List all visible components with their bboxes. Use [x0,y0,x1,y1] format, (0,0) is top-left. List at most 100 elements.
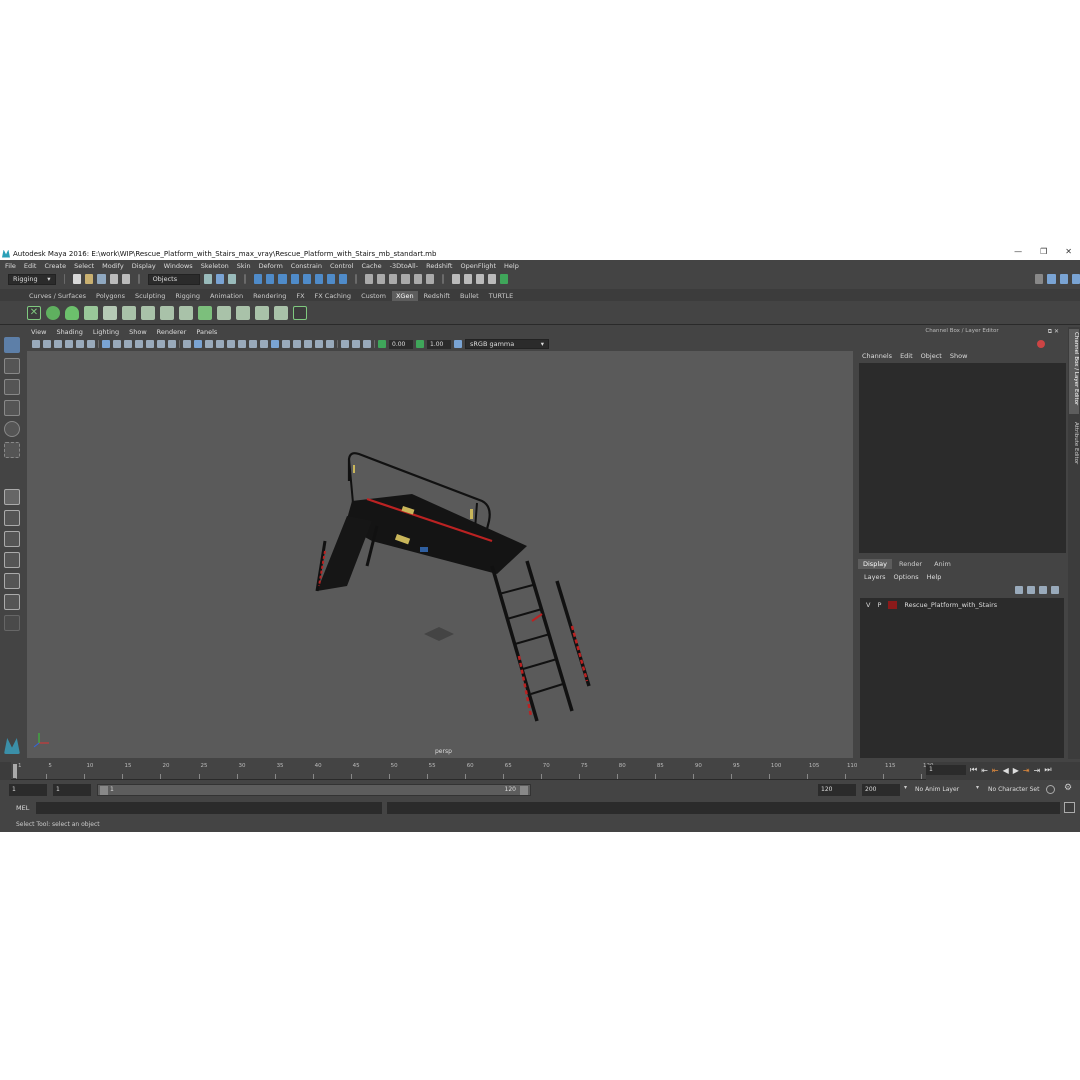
go-to-start-icon[interactable]: ⏮ [970,765,977,775]
lock-icon[interactable] [364,274,374,284]
anim-layer-label[interactable]: No Anim Layer [915,786,959,793]
layer-menu-help[interactable]: Help [927,573,942,581]
range-start-handle[interactable] [100,786,108,795]
hypershade-icon[interactable] [487,274,497,284]
select-render-icon[interactable] [327,274,336,284]
color-management-icon[interactable] [454,340,462,348]
multisample-icon[interactable] [315,340,323,348]
single-perspective-layout-icon[interactable] [4,489,20,505]
tab-render[interactable]: Render [893,559,928,569]
colorspace-dropdown[interactable]: sRGB gamma ▾ [465,339,549,349]
menu-skin[interactable]: Skin [237,262,251,270]
tab-bullet[interactable]: Bullet [456,291,483,301]
menu-create[interactable]: Create [44,262,66,270]
xgen-interactive-groom-icon[interactable] [65,306,79,320]
new-scene-icon[interactable] [73,274,82,284]
grid-icon[interactable] [102,340,110,348]
redo-icon[interactable] [121,274,130,284]
xgen-lock-guide-icon[interactable] [160,306,174,320]
use-all-lights-icon[interactable] [238,340,246,348]
textured-icon[interactable] [227,340,235,348]
paint-select-icon[interactable] [4,379,20,395]
xgen-sculpt-guide-icon[interactable] [122,306,136,320]
select-joint-icon[interactable] [266,274,275,284]
cb-menu-show[interactable]: Show [950,352,968,360]
field-chart-icon[interactable] [146,340,154,348]
cb-menu-edit[interactable]: Edit [900,352,913,360]
animation-preferences-icon[interactable]: ⚙ [1064,783,1072,793]
wireframe-icon[interactable] [183,340,191,348]
tab-polygons[interactable]: Polygons [92,291,129,301]
tab-fx-caching[interactable]: FX Caching [311,291,356,301]
hud-icon[interactable] [341,340,349,348]
xgen-guides-icon[interactable] [84,306,98,320]
channel-box-toggle-icon[interactable] [1037,340,1045,348]
smooth-shade-icon[interactable] [194,340,202,348]
xgen-create-description-icon[interactable] [46,306,60,320]
anim-end-field[interactable]: 120 [818,784,856,796]
menu-deform[interactable]: Deform [259,262,283,270]
save-scene-icon[interactable] [97,274,106,284]
open-scene-icon[interactable] [85,274,94,284]
menuset-dropdown[interactable]: Rigging ▾ [8,273,56,285]
ipr-render-icon[interactable] [463,274,472,284]
two-view-layout-icon[interactable] [4,531,20,547]
xgen-strands-icon[interactable] [255,306,269,320]
cb-menu-object[interactable]: Object [921,352,942,360]
vp-menu-renderer[interactable]: Renderer [157,328,187,336]
tab-rendering[interactable]: Rendering [249,291,290,301]
rotate-tool-icon[interactable] [4,421,20,437]
select-hierarchy-icon[interactable] [203,274,213,284]
snap-plane-icon[interactable] [413,274,422,284]
scene-start-field[interactable]: 1 [9,784,47,796]
snap-curve-icon[interactable] [389,274,398,284]
exposure-field[interactable]: 0.00 [389,339,413,349]
xgen-cut-icon[interactable] [274,306,288,320]
tab-anim[interactable]: Anim [929,559,956,569]
auto-key-icon[interactable] [1046,785,1055,794]
tab-redshift[interactable]: Redshift [420,291,454,301]
step-forward-frame-icon[interactable]: ⇥ [1023,766,1030,775]
safe-action-icon[interactable] [157,340,165,348]
menu-control[interactable]: Control [330,262,354,270]
modeling-toolkit-icon[interactable] [1047,274,1056,284]
maya-home-icon[interactable] [4,738,20,754]
chevron-down-icon[interactable]: ▾ [904,784,907,791]
vp-menu-view[interactable]: View [31,328,46,336]
select-tool-icon[interactable] [4,337,20,353]
current-time-marker[interactable] [13,764,17,778]
perspective-viewport[interactable]: persp [27,351,853,758]
xray-icon[interactable] [271,340,279,348]
select-curve-icon[interactable] [278,274,287,284]
range-end-handle[interactable] [520,786,528,795]
scale-tool-icon[interactable] [4,442,20,458]
resolution-gate-icon[interactable] [124,340,132,348]
select-deform-icon[interactable] [302,274,311,284]
menu-openflight[interactable]: OpenFlight [460,262,496,270]
tab-display[interactable]: Display [858,559,892,569]
time-ruler[interactable]: 1 5 10 15 20 25 30 35 40 45 50 55 60 65 70 75 80 85 90 95 10… [11,762,934,780]
ambient-occlusion-icon[interactable] [260,340,268,348]
select-surface-icon[interactable] [290,274,299,284]
wireframe-on-shaded-icon[interactable] [216,340,224,348]
menu-constrain[interactable]: Constrain [291,262,322,270]
layer-color-swatch[interactable] [888,601,898,609]
render-settings-icon[interactable] [475,274,484,284]
snap-point-icon[interactable] [401,274,410,284]
step-back-key-icon[interactable]: ⇤ [981,766,988,775]
vp-menu-lighting[interactable]: Lighting [93,328,119,336]
outliner-layout-icon[interactable] [4,573,20,589]
tab-curves-surfaces[interactable]: Curves / Surfaces [25,291,90,301]
vp-menu-panels[interactable]: Panels [196,328,217,336]
menu-3dtoall[interactable]: -3DtoAll- [390,262,418,270]
snap-surface-icon[interactable] [425,274,434,284]
shadows-icon[interactable] [249,340,257,348]
motion-blur-icon[interactable] [304,340,312,348]
layer-playback-toggle[interactable]: P [877,601,881,609]
step-back-frame-icon[interactable]: ⇤ [992,766,999,775]
menu-file[interactable]: File [5,262,16,270]
2d-pan-zoom-icon[interactable] [87,340,95,348]
xgen-bend-guide-icon[interactable] [179,306,193,320]
new-empty-layer-icon[interactable] [1039,586,1047,594]
layer-visibility-toggle[interactable]: V [866,601,870,609]
